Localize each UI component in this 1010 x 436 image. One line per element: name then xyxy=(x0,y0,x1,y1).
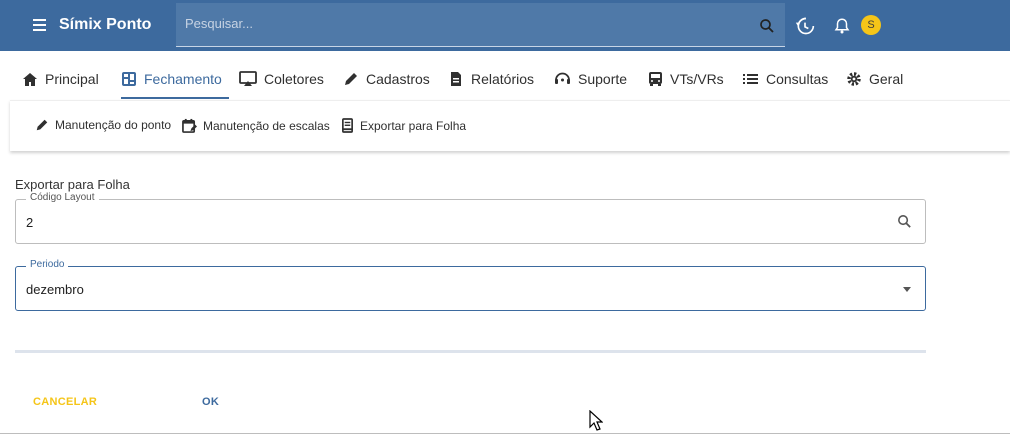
search-icon[interactable] xyxy=(896,213,913,230)
main-tabs: Principal Fechamento Coletores Cadastros… xyxy=(0,60,1010,100)
tab-geral[interactable]: Geral xyxy=(846,60,903,98)
app-bar: Símix Ponto S xyxy=(0,0,1010,51)
period-value[interactable]: dezembro xyxy=(26,282,84,297)
search-input[interactable] xyxy=(185,16,745,31)
layout-code-label: Código Layout xyxy=(26,192,99,203)
submenu-exportar-folha[interactable]: Exportar para Folha xyxy=(341,118,466,133)
menu-icon[interactable] xyxy=(33,18,49,32)
submenu-manutencao-escalas[interactable]: Manutenção de escalas xyxy=(182,118,330,133)
submenu-panel: Manutenção do ponto Manutenção de escala… xyxy=(10,100,1010,151)
dashboard-icon xyxy=(122,71,136,86)
ok-button[interactable]: OK xyxy=(202,396,219,408)
tab-label: Cadastros xyxy=(366,71,430,87)
search-icon[interactable] xyxy=(758,17,776,35)
cancel-button[interactable]: CANCELAR xyxy=(33,396,97,408)
support-icon xyxy=(555,72,570,84)
mouse-cursor-icon xyxy=(589,410,603,431)
history-icon[interactable] xyxy=(795,16,815,36)
gear-icon xyxy=(847,72,861,86)
tab-consultas[interactable]: Consultas xyxy=(742,60,828,98)
tab-label: Relatórios xyxy=(471,71,535,87)
tab-coletores[interactable]: Coletores xyxy=(239,60,324,98)
tab-label: Principal xyxy=(45,71,99,87)
period-select[interactable]: Periodo dezembro xyxy=(15,259,926,311)
tab-principal[interactable]: Principal xyxy=(22,60,99,98)
tab-cadastros[interactable]: Cadastros xyxy=(343,60,430,98)
bottom-divider xyxy=(0,433,1010,434)
document-icon xyxy=(451,72,461,86)
layout-code-value[interactable]: 2 xyxy=(26,215,33,230)
avatar[interactable]: S xyxy=(861,15,881,35)
monitor-icon xyxy=(239,71,257,86)
chevron-down-icon[interactable] xyxy=(901,286,913,294)
form-title: Exportar para Folha xyxy=(15,177,130,192)
list-icon xyxy=(743,74,758,84)
layout-code-field[interactable]: Código Layout 2 xyxy=(15,192,926,244)
pencil-icon xyxy=(36,119,48,131)
period-label: Periodo xyxy=(26,259,69,270)
tab-fechamento[interactable]: Fechamento xyxy=(121,60,229,99)
tab-label: Suporte xyxy=(578,71,628,87)
tab-relatorios[interactable]: Relatórios xyxy=(448,60,534,98)
submenu-manutencao-ponto[interactable]: Manutenção do ponto xyxy=(35,118,171,132)
tab-suporte[interactable]: Suporte xyxy=(554,60,627,98)
bell-icon[interactable] xyxy=(833,16,851,36)
tab-label: Coletores xyxy=(264,71,324,87)
book-icon xyxy=(342,118,353,133)
search-box[interactable] xyxy=(176,3,785,47)
pencil-icon xyxy=(345,73,357,85)
submenu-label: Manutenção de escalas xyxy=(203,118,330,133)
tab-vts-vrs[interactable]: VTs/VRs xyxy=(648,60,724,98)
tab-label: VTs/VRs xyxy=(670,71,724,87)
tab-label: Geral xyxy=(869,71,904,87)
submenu-label: Exportar para Folha xyxy=(360,118,467,133)
home-icon xyxy=(23,72,37,86)
progress-divider xyxy=(15,350,926,353)
submenu-label: Manutenção do ponto xyxy=(55,118,172,132)
app-title: Símix Ponto xyxy=(59,16,152,33)
tab-label: Fechamento xyxy=(144,70,222,87)
calendar-edit-icon xyxy=(182,118,197,133)
tab-label: Consultas xyxy=(766,71,829,87)
bus-icon xyxy=(649,72,662,86)
